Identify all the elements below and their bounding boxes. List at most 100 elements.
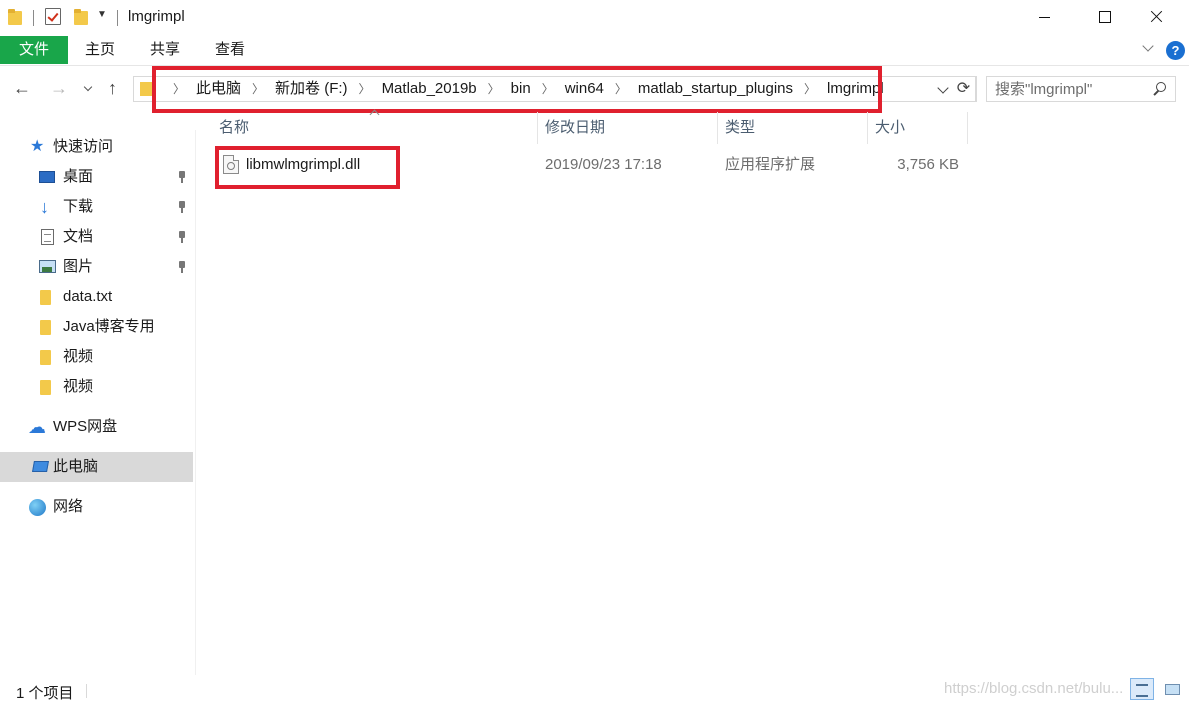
star-icon: ★ bbox=[30, 138, 45, 155]
desktop-icon bbox=[39, 171, 55, 183]
column-headers: 名称 修改日期 类型 大小 bbox=[197, 112, 977, 144]
navigation-pane: ★ 快速访问 桌面 ↓ 下载 文档 图片 data.txt Java博客专用 视… bbox=[0, 130, 196, 675]
status-separator bbox=[86, 684, 87, 698]
tab-share[interactable]: 共享 bbox=[150, 36, 180, 64]
sidebar-item-label: 图片 bbox=[63, 258, 94, 275]
sidebar-item-label: 桌面 bbox=[63, 168, 94, 185]
breadcrumb-plugins[interactable]: matlab_startup_plugins bbox=[638, 77, 793, 101]
pin-icon[interactable] bbox=[177, 231, 187, 243]
folder-icon bbox=[40, 350, 51, 365]
chevron-right-icon[interactable]: 〉 bbox=[488, 77, 500, 101]
sidebar-item-quick-access[interactable]: ★ 快速访问 bbox=[0, 132, 193, 162]
address-dropdown-icon[interactable] bbox=[938, 84, 948, 94]
item-count: 1 个项目 bbox=[16, 685, 74, 702]
sidebar-item-this-pc[interactable]: 此电脑 bbox=[0, 452, 193, 482]
sidebar-item-label: 文档 bbox=[63, 228, 94, 245]
download-icon: ↓ bbox=[40, 197, 49, 217]
folder-icon bbox=[40, 380, 51, 395]
sidebar-item-folder[interactable]: 视频 bbox=[0, 342, 193, 372]
forward-arrow-icon[interactable]: → bbox=[50, 78, 68, 99]
cloud-icon: ☁ bbox=[28, 417, 46, 437]
sidebar-item-folder[interactable]: 视频 bbox=[0, 372, 193, 402]
pin-icon[interactable] bbox=[177, 171, 187, 183]
refresh-icon[interactable]: ⟳ bbox=[952, 76, 976, 102]
search-box bbox=[986, 76, 1176, 102]
pin-icon[interactable] bbox=[177, 261, 187, 273]
file-row[interactable]: libmwlmgrimpl.dll 2019/09/23 17:18 应用程序扩… bbox=[217, 150, 967, 180]
title-bar: ▼ lmgrimpl bbox=[0, 0, 1189, 34]
toolbar-separator bbox=[117, 10, 118, 26]
folder-icon[interactable] bbox=[8, 9, 22, 25]
sidebar-item-folder[interactable]: Java博客专用 bbox=[0, 312, 193, 342]
sidebar-item-desktop[interactable]: 桌面 bbox=[0, 162, 193, 192]
chevron-right-icon[interactable]: 〉 bbox=[359, 77, 371, 101]
help-icon[interactable]: ? bbox=[1166, 41, 1185, 60]
folder-icon bbox=[140, 82, 154, 96]
up-arrow-icon[interactable]: ↑ bbox=[108, 78, 117, 99]
sidebar-item-label: 视频 bbox=[63, 378, 94, 395]
breadcrumb-drive[interactable]: 新加卷 (F:) bbox=[275, 77, 348, 101]
chevron-right-icon[interactable]: 〉 bbox=[804, 77, 816, 101]
folder-icon bbox=[40, 290, 51, 305]
column-size[interactable]: 大小 bbox=[868, 112, 968, 144]
close-icon[interactable] bbox=[1127, 0, 1189, 34]
chevron-right-icon[interactable]: 〉 bbox=[252, 77, 264, 101]
back-arrow-icon[interactable]: ← bbox=[13, 78, 31, 99]
search-icon[interactable] bbox=[1152, 82, 1166, 96]
toolbar-separator bbox=[33, 10, 34, 26]
dll-file-icon bbox=[223, 155, 239, 174]
sidebar-item-folder[interactable]: data.txt bbox=[0, 282, 193, 312]
tab-file[interactable]: 文件 bbox=[0, 36, 68, 64]
sidebar-item-label: WPS网盘 bbox=[53, 418, 118, 435]
breadcrumb-matlab[interactable]: Matlab_2019b bbox=[382, 77, 477, 101]
status-bar: 1 个项目 https://blog.csdn.net/bulu... bbox=[0, 676, 1189, 706]
minimize-icon[interactable] bbox=[1003, 0, 1065, 34]
documents-icon bbox=[41, 229, 54, 245]
column-type[interactable]: 类型 bbox=[718, 112, 868, 144]
window-title: lmgrimpl bbox=[128, 8, 185, 25]
sidebar-item-label: 视频 bbox=[63, 348, 94, 365]
search-input[interactable] bbox=[995, 80, 1145, 98]
customize-dropdown-icon[interactable]: ▼ bbox=[97, 9, 107, 20]
sidebar-item-wps-drive[interactable]: ☁ WPS网盘 bbox=[0, 412, 193, 442]
watermark-text: https://blog.csdn.net/bulu... bbox=[944, 680, 1124, 697]
computer-icon bbox=[32, 461, 49, 472]
sidebar-item-label: 此电脑 bbox=[53, 458, 99, 475]
address-bar[interactable]: 〉 此电脑 〉 新加卷 (F:) 〉 Matlab_2019b 〉 bin 〉 … bbox=[133, 76, 977, 102]
pictures-icon bbox=[39, 260, 56, 273]
sidebar-item-downloads[interactable]: ↓ 下载 bbox=[0, 192, 193, 222]
new-folder-icon[interactable] bbox=[74, 9, 88, 25]
sidebar-item-network[interactable]: 网络 bbox=[0, 492, 193, 522]
sidebar-item-documents[interactable]: 文档 bbox=[0, 222, 193, 252]
breadcrumb-current[interactable]: lmgrimpl bbox=[827, 77, 884, 101]
chevron-right-icon[interactable]: 〉 bbox=[615, 77, 627, 101]
pin-icon[interactable] bbox=[177, 201, 187, 213]
properties-check-icon[interactable] bbox=[45, 8, 61, 25]
chevron-right-icon[interactable]: 〉 bbox=[173, 77, 185, 101]
breadcrumb-bin[interactable]: bin bbox=[511, 77, 531, 101]
file-size: 3,756 KB bbox=[897, 156, 959, 173]
breadcrumb: 〉 此电脑 〉 新加卷 (F:) 〉 Matlab_2019b 〉 bin 〉 … bbox=[162, 77, 884, 101]
tab-view[interactable]: 查看 bbox=[215, 36, 245, 64]
sidebar-item-label: Java博客专用 bbox=[63, 318, 155, 335]
sidebar-item-label: 网络 bbox=[53, 498, 84, 515]
expand-ribbon-icon[interactable] bbox=[1142, 42, 1154, 54]
recent-locations-icon[interactable] bbox=[85, 84, 93, 92]
breadcrumb-this-pc[interactable]: 此电脑 bbox=[196, 77, 241, 101]
sidebar-item-pictures[interactable]: 图片 bbox=[0, 252, 193, 282]
file-modified-date: 2019/09/23 17:18 bbox=[545, 156, 662, 173]
file-name[interactable]: libmwlmgrimpl.dll bbox=[246, 150, 360, 180]
details-view-icon[interactable] bbox=[1130, 678, 1154, 700]
breadcrumb-win64[interactable]: win64 bbox=[565, 77, 604, 101]
file-type: 应用程序扩展 bbox=[725, 156, 816, 173]
column-name[interactable]: 名称 bbox=[197, 112, 538, 144]
folder-icon bbox=[40, 320, 51, 335]
tab-home[interactable]: 主页 bbox=[85, 36, 115, 64]
chevron-right-icon[interactable]: 〉 bbox=[542, 77, 554, 101]
sidebar-item-label: 下载 bbox=[63, 198, 94, 215]
large-icons-view-icon[interactable] bbox=[1160, 678, 1184, 700]
maximize-icon[interactable] bbox=[1073, 0, 1135, 34]
sidebar-item-label: data.txt bbox=[63, 288, 113, 305]
ribbon-tabs: 文件 主页 共享 查看 ? bbox=[0, 34, 1189, 66]
column-modified[interactable]: 修改日期 bbox=[538, 112, 718, 144]
